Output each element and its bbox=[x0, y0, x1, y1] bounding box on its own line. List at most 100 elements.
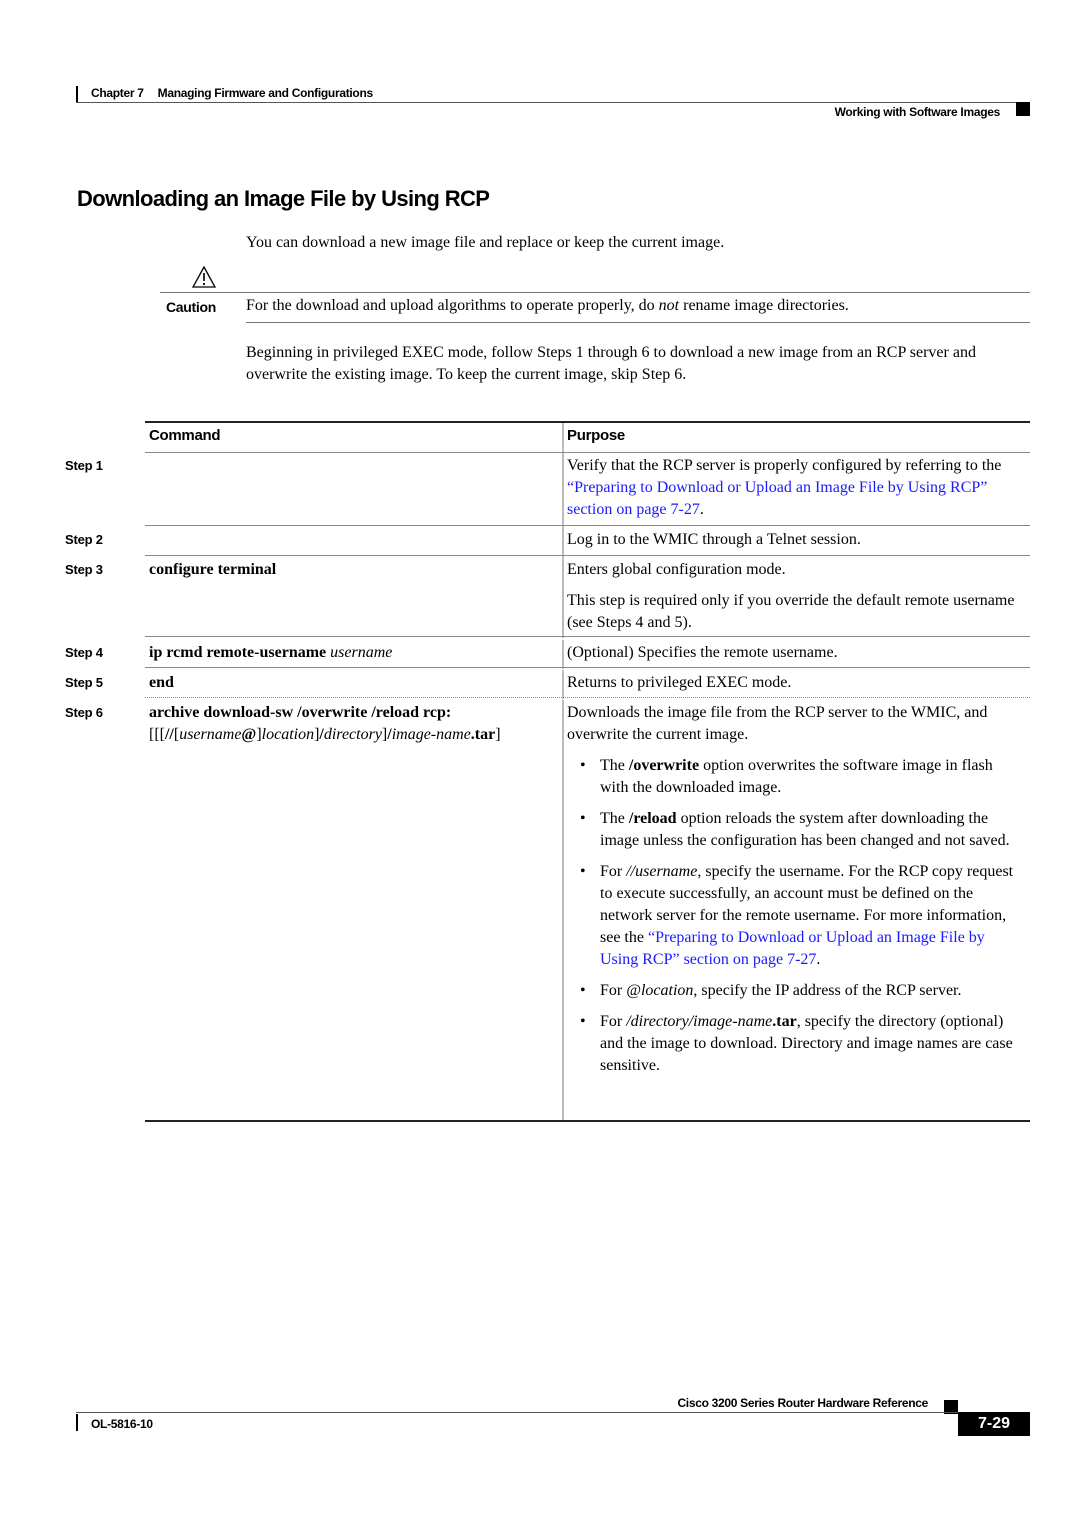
text-run: Downloads the image file from the RCP se… bbox=[567, 704, 988, 743]
caution-label: Caution bbox=[166, 299, 217, 315]
page-title: Downloading an Image File by Using RCP bbox=[77, 186, 490, 211]
cross-reference-link[interactable]: “Preparing to Download or Upload an Imag… bbox=[567, 479, 987, 518]
table-bottom-rule bbox=[145, 1120, 1030, 1122]
text-run: [[[ bbox=[149, 726, 165, 743]
text-run: For bbox=[600, 863, 627, 880]
purpose-paragraph: Returns to privileged EXEC mode. bbox=[567, 672, 1025, 694]
footer-rule bbox=[76, 1412, 958, 1413]
text-run: , specify the IP address of the RCP serv… bbox=[693, 982, 962, 999]
bullet-item: For @location, specify the IP address of… bbox=[567, 980, 1025, 1002]
footer-margin-bar bbox=[76, 1414, 78, 1431]
text-run: This step is required only if you overri… bbox=[567, 592, 1015, 631]
step-label: Step 6 bbox=[65, 705, 103, 720]
bold-text: .tar bbox=[772, 1013, 797, 1030]
column-divider bbox=[562, 700, 564, 1122]
column-header-purpose: Purpose bbox=[567, 427, 625, 444]
purpose-paragraph: This step is required only if you overri… bbox=[567, 590, 1025, 634]
bold-text: // bbox=[164, 726, 174, 743]
page-number: 7-29 bbox=[958, 1412, 1030, 1436]
column-header-command: Command bbox=[149, 427, 221, 444]
purpose-paragraph: (Optional) Specifies the remote username… bbox=[567, 642, 1025, 664]
text-run: The bbox=[600, 810, 629, 827]
chapter-title: Managing Firmware and Configurations bbox=[157, 86, 374, 100]
italic-text: not bbox=[658, 297, 680, 314]
header-margin-bar bbox=[76, 86, 78, 103]
header-rule bbox=[76, 102, 1030, 103]
bold-text: /overwrite bbox=[628, 757, 700, 774]
footer-book-title: Cisco 3200 Series Router Hardware Refere… bbox=[677, 1396, 928, 1410]
purpose-cell: Returns to privileged EXEC mode. bbox=[567, 672, 1025, 703]
caution-top-rule bbox=[160, 292, 1030, 293]
text-run: For the download and upload algorithms t… bbox=[246, 297, 659, 314]
bold-text: archive download-sw /overwrite /reload bbox=[149, 704, 420, 721]
step-label: Step 1 bbox=[65, 458, 103, 473]
italic-text: location bbox=[261, 726, 315, 743]
command-cell: end bbox=[149, 672, 549, 694]
bold-text: ip rcmd remote-username bbox=[149, 644, 331, 661]
purpose-cell: Enters global configuration mode. This st… bbox=[567, 559, 1025, 643]
text-run: Verify that the RCP server is properly c… bbox=[567, 457, 1002, 474]
command-cell: archive download-sw /overwrite /reload r… bbox=[149, 702, 549, 746]
cross-reference-link[interactable]: “Preparing to Download or Upload an Imag… bbox=[600, 929, 985, 968]
column-divider bbox=[562, 557, 564, 638]
bold-text: @ bbox=[241, 726, 257, 743]
purpose-cell: (Optional) Specifies the remote username… bbox=[567, 642, 1025, 673]
step-label: Step 2 bbox=[65, 532, 103, 547]
row-rule bbox=[145, 667, 1030, 668]
row-rule bbox=[145, 697, 1030, 698]
column-divider bbox=[562, 670, 564, 699]
text-run: For bbox=[600, 1013, 627, 1030]
purpose-paragraph: Enters global configuration mode. bbox=[567, 559, 1025, 581]
text-run: (Optional) Specifies the remote username… bbox=[567, 644, 838, 661]
caution-text: For the download and upload algorithms t… bbox=[246, 295, 849, 317]
chapter-label: Chapter 7 bbox=[91, 86, 144, 100]
purpose-paragraph: Downloads the image file from the RCP se… bbox=[567, 702, 1025, 746]
text-run: Log in to the WMIC through a Telnet sess… bbox=[567, 531, 861, 548]
command-cell: configure terminal bbox=[149, 559, 549, 581]
italic-text: username bbox=[179, 726, 242, 743]
bold-text: .tar bbox=[470, 726, 496, 743]
column-divider bbox=[562, 640, 564, 669]
italic-text: //username bbox=[626, 863, 698, 880]
purpose-cell: Verify that the RCP server is properly c… bbox=[567, 455, 1025, 530]
text-run: For bbox=[600, 982, 627, 999]
purpose-paragraph: Log in to the WMIC through a Telnet sess… bbox=[567, 529, 1025, 551]
text-run: rename image directories. bbox=[679, 297, 849, 314]
header-square-marker bbox=[1016, 102, 1030, 116]
italic-text: username bbox=[330, 644, 393, 661]
bold-text: end bbox=[149, 674, 174, 691]
bold-text: /reload bbox=[628, 810, 677, 827]
purpose-cell: Downloads the image file from the RCP se… bbox=[567, 702, 1025, 1086]
column-divider bbox=[562, 423, 564, 453]
table-top-rule bbox=[145, 421, 1030, 423]
text-run: The bbox=[600, 757, 629, 774]
steps-intro-paragraph: Beginning in privileged EXEC mode, follo… bbox=[246, 344, 976, 383]
option-bullet-list: The /overwrite option overwrites the sof… bbox=[567, 755, 1025, 1077]
footer-doc-number: OL-5816-10 bbox=[91, 1417, 153, 1431]
command-cell: ip rcmd remote-username username bbox=[149, 642, 549, 664]
italic-text: @location bbox=[626, 982, 694, 999]
caution-bottom-rule bbox=[246, 322, 1030, 323]
running-header-section: Working with Software Images bbox=[834, 105, 1001, 119]
italic-text: directory bbox=[323, 726, 382, 743]
italic-text: /directory/image-name bbox=[626, 1013, 773, 1030]
italic-text: image-name bbox=[391, 726, 471, 743]
bullet-item: For /directory/image-name.tar, specify t… bbox=[567, 1011, 1025, 1077]
text-run: . bbox=[816, 951, 821, 968]
text-run: Enters global configuration mode. bbox=[567, 561, 786, 578]
running-header-chapter: Chapter 7 Managing Firmware and Configura… bbox=[91, 86, 373, 100]
bullet-item: The /overwrite option overwrites the sof… bbox=[567, 755, 1025, 799]
step-label: Step 5 bbox=[65, 675, 103, 690]
header-row-rule bbox=[145, 452, 1030, 453]
column-divider bbox=[562, 527, 564, 557]
text-run: ] bbox=[495, 726, 501, 743]
bullet-item: For //username, specify the username. Fo… bbox=[567, 861, 1025, 971]
bold-text: rcp: bbox=[423, 704, 452, 721]
row-rule bbox=[145, 555, 1030, 556]
warning-triangle-icon bbox=[192, 266, 216, 288]
bullet-item: The /reload option reloads the system af… bbox=[567, 808, 1025, 852]
step-label: Step 4 bbox=[65, 645, 103, 660]
step-label: Step 3 bbox=[65, 562, 103, 577]
bold-text: configure terminal bbox=[149, 561, 277, 578]
column-divider bbox=[562, 453, 564, 527]
